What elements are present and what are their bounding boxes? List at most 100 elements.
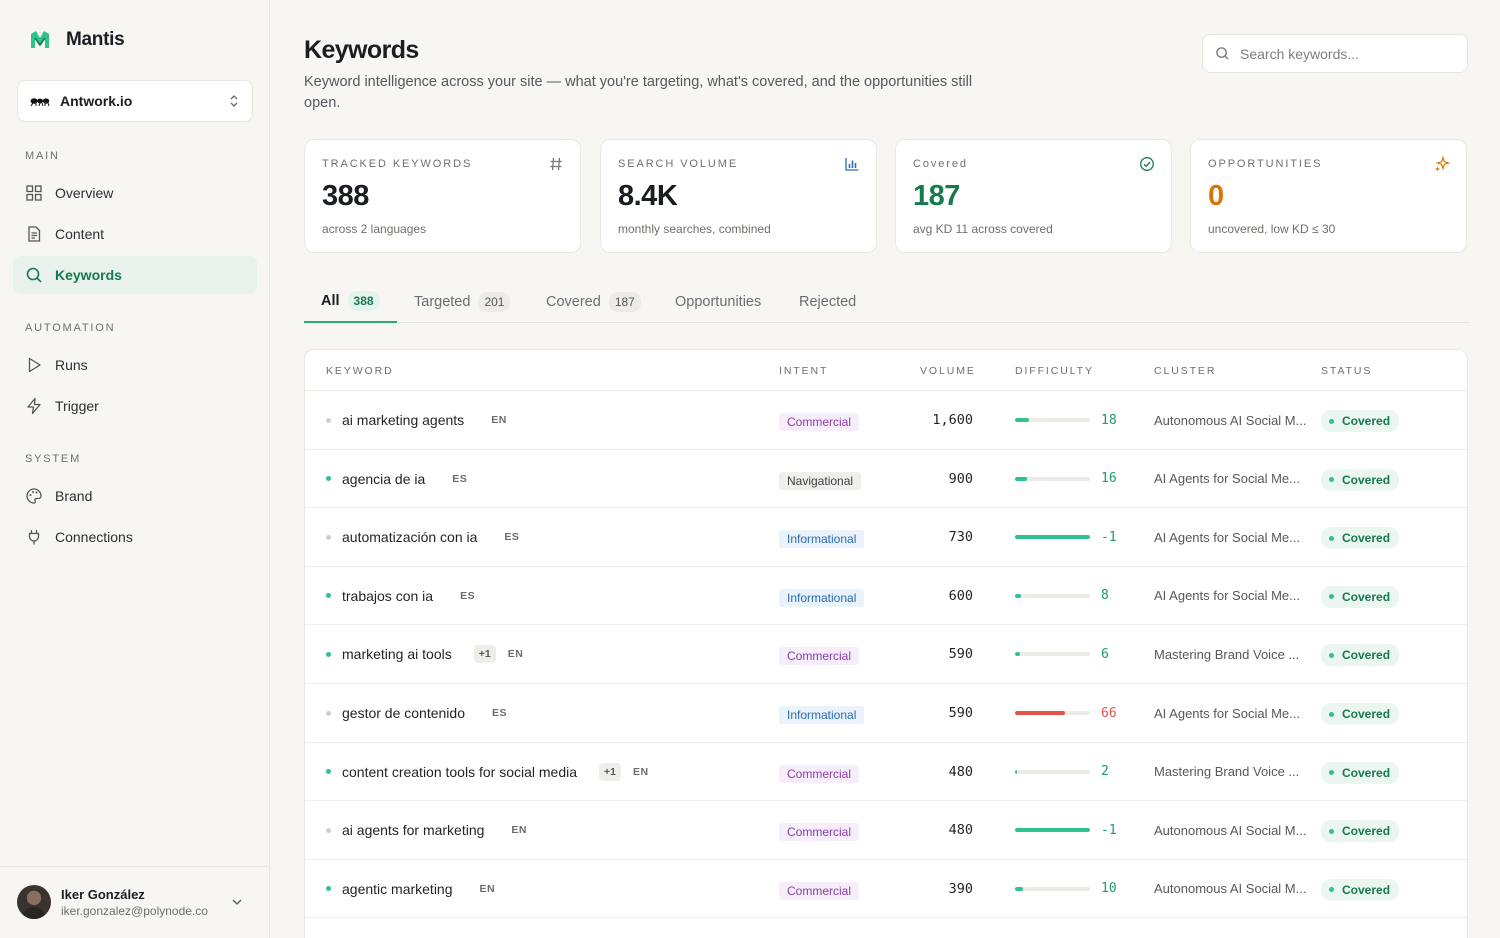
table-row[interactable]: agentic marketing EN Commercial 390 10 Autono… <box>305 860 1467 919</box>
check-circle-icon <box>1140 157 1154 171</box>
status-badge: Covered <box>1321 585 1400 608</box>
sidebar-item-runs[interactable]: Runs <box>13 346 257 384</box>
column-header-status[interactable]: STATUS <box>1321 365 1372 377</box>
cluster-cell[interactable]: Autonomous AI Social M... <box>1154 801 1306 859</box>
keywords-table: KEYWORD INTENT VOLUME DIFFICULTY CLUSTER… <box>304 349 1468 938</box>
table-row[interactable]: marketing ai tools +1 EN Commercial 590 6 Mast… <box>305 625 1467 684</box>
bar-chart-icon <box>845 158 859 171</box>
column-header-cluster[interactable]: CLUSTER <box>1154 365 1216 377</box>
avatar <box>17 885 51 919</box>
tab-covered[interactable]: Covered 187 <box>529 281 658 323</box>
tab-opportunities[interactable]: Opportunities <box>658 281 778 323</box>
cluster-cell[interactable]: AI Agents for Social Me... <box>1154 450 1300 508</box>
difficulty-bar <box>1015 535 1090 540</box>
cluster-cell[interactable]: AI Agents for Social Me... <box>1154 684 1300 742</box>
column-header-intent[interactable]: INTENT <box>779 365 828 377</box>
difficulty-cell: 2 <box>1015 743 1109 801</box>
difficulty-cell: 10 <box>1015 860 1117 918</box>
search-box[interactable] <box>1202 34 1468 73</box>
stat-card-search-volume: SEARCH VOLUME 8.4K monthly searches, com… <box>600 139 877 253</box>
difficulty-value: 10 <box>1101 881 1117 897</box>
cluster-cell[interactable]: Mastering Brand Voice ... <box>1154 743 1299 801</box>
sidebar-item-label: Connections <box>55 529 133 545</box>
difficulty-cell: 6 <box>1015 625 1109 683</box>
intent-cell: Informational <box>779 508 865 566</box>
volume-cell: 730 <box>948 529 973 546</box>
table-row[interactable]: ai agents for marketing EN Commercial 480 -1… <box>305 801 1467 860</box>
language-tag: EN <box>507 648 524 661</box>
difficulty-bar-fill <box>1015 886 1023 891</box>
intent-cell: Commercial <box>779 860 860 918</box>
brand[interactable]: Mantis <box>28 28 125 52</box>
status-cell: Covered <box>1321 508 1400 566</box>
stat-label: Covered <box>913 158 968 170</box>
difficulty-bar <box>1015 886 1090 891</box>
difficulty-value: 18 <box>1101 412 1117 428</box>
cluster-cell[interactable]: Autonomous AI Social M... <box>1154 860 1306 918</box>
table-row[interactable]: content creation tools for social media +… <box>305 743 1467 802</box>
status-cell: Covered <box>1321 743 1400 801</box>
main-content: Keywords Keyword intelligence across you… <box>271 0 1500 938</box>
tab-targeted[interactable]: Targeted 201 <box>397 281 527 323</box>
hash-icon <box>550 157 562 171</box>
sidebar-item-trigger[interactable]: Trigger <box>13 387 257 425</box>
keyword-text: agencia de ia <box>342 470 426 487</box>
sidebar-item-brand[interactable]: Brand <box>13 477 257 515</box>
volume-cell: 900 <box>948 470 973 487</box>
keyword-text: agentic marketing <box>342 880 453 897</box>
variant-count-badge[interactable]: +1 <box>473 645 496 664</box>
sidebar-item-connections[interactable]: Connections <box>13 518 257 556</box>
user-menu[interactable]: Iker González iker.gonzalez@polynode.co <box>0 866 270 938</box>
intent-badge: Informational <box>779 706 865 724</box>
status-dot-icon <box>1329 770 1334 776</box>
difficulty-bar-fill <box>1015 652 1020 657</box>
intent-badge: Commercial <box>779 647 860 666</box>
grid-icon <box>26 185 42 201</box>
difficulty-value: 16 <box>1101 471 1117 487</box>
intent-cell: Informational <box>779 567 865 625</box>
status-badge: Covered <box>1321 410 1400 432</box>
status-badge: Covered <box>1321 878 1400 901</box>
stat-note: uncovered, low KD ≤ 30 <box>1208 222 1336 236</box>
intent-badge: Commercial <box>779 764 860 783</box>
workspace-switcher[interactable]: Antwork.io <box>17 80 253 122</box>
tab-all[interactable]: All 388 <box>304 281 397 323</box>
sidebar-item-keywords[interactable]: Keywords <box>13 256 257 294</box>
table-row[interactable]: gestor de contenido ES Informational 590 66 A… <box>305 684 1467 743</box>
status-dot-icon <box>1329 828 1334 834</box>
column-header-volume[interactable]: VOLUME <box>920 365 976 377</box>
intent-cell: Commercial <box>779 391 860 449</box>
keyword-text: automatización con ia <box>342 529 478 546</box>
column-header-difficulty[interactable]: DIFFICULTY <box>1015 365 1094 377</box>
tab-label: Opportunities <box>675 294 762 310</box>
table-row[interactable]: ai marketing agents EN Commercial 1,600 18 Au… <box>305 391 1467 450</box>
page-title: Keywords <box>304 36 419 64</box>
search-input[interactable] <box>1240 45 1440 62</box>
language-tag: ES <box>504 531 520 544</box>
intent-cell: Informational <box>779 684 865 742</box>
table-row[interactable]: agencia de ia ES Navigational 900 16 AI Agent… <box>305 450 1467 509</box>
cluster-cell[interactable]: AI Agents for Social Me... <box>1154 567 1300 625</box>
sidebar-item-content[interactable]: Content <box>13 215 257 253</box>
cluster-cell[interactable]: Mastering Brand Voice ... <box>1154 625 1299 683</box>
nav-section-system: SYSTEM <box>25 453 82 465</box>
difficulty-cell: 8 <box>1015 567 1109 625</box>
table-row[interactable]: trabajos con ia ES Informational 600 8 AI Age… <box>305 567 1467 626</box>
keyword-text: marketing ai tools <box>342 646 452 663</box>
column-header-keyword[interactable]: KEYWORD <box>326 365 394 377</box>
sidebar-item-label: Content <box>55 226 105 242</box>
status-cell: Covered <box>1321 801 1400 859</box>
stat-card-tracked-keywords: TRACKED KEYWORDS 388 across 2 languages <box>304 139 581 253</box>
status-label: Covered <box>1342 589 1391 604</box>
cluster-cell[interactable]: Autonomous AI Social M... <box>1154 391 1306 449</box>
tab-count: 388 <box>347 291 380 311</box>
sidebar-item-label: Keywords <box>55 267 122 283</box>
tab-rejected[interactable]: Rejected <box>782 281 873 323</box>
cluster-cell[interactable]: AI Agents for Social Me... <box>1154 508 1300 566</box>
status-label: Covered <box>1342 707 1391 721</box>
sidebar-item-overview[interactable]: Overview <box>13 174 257 212</box>
table-row[interactable]: automatización con ia ES Informational 730 -… <box>305 508 1467 567</box>
difficulty-value: 2 <box>1101 764 1109 780</box>
variant-count-badge[interactable]: +1 <box>599 762 621 781</box>
sidebar: Mantis Antwork.io MAIN Overview Content … <box>0 0 270 938</box>
